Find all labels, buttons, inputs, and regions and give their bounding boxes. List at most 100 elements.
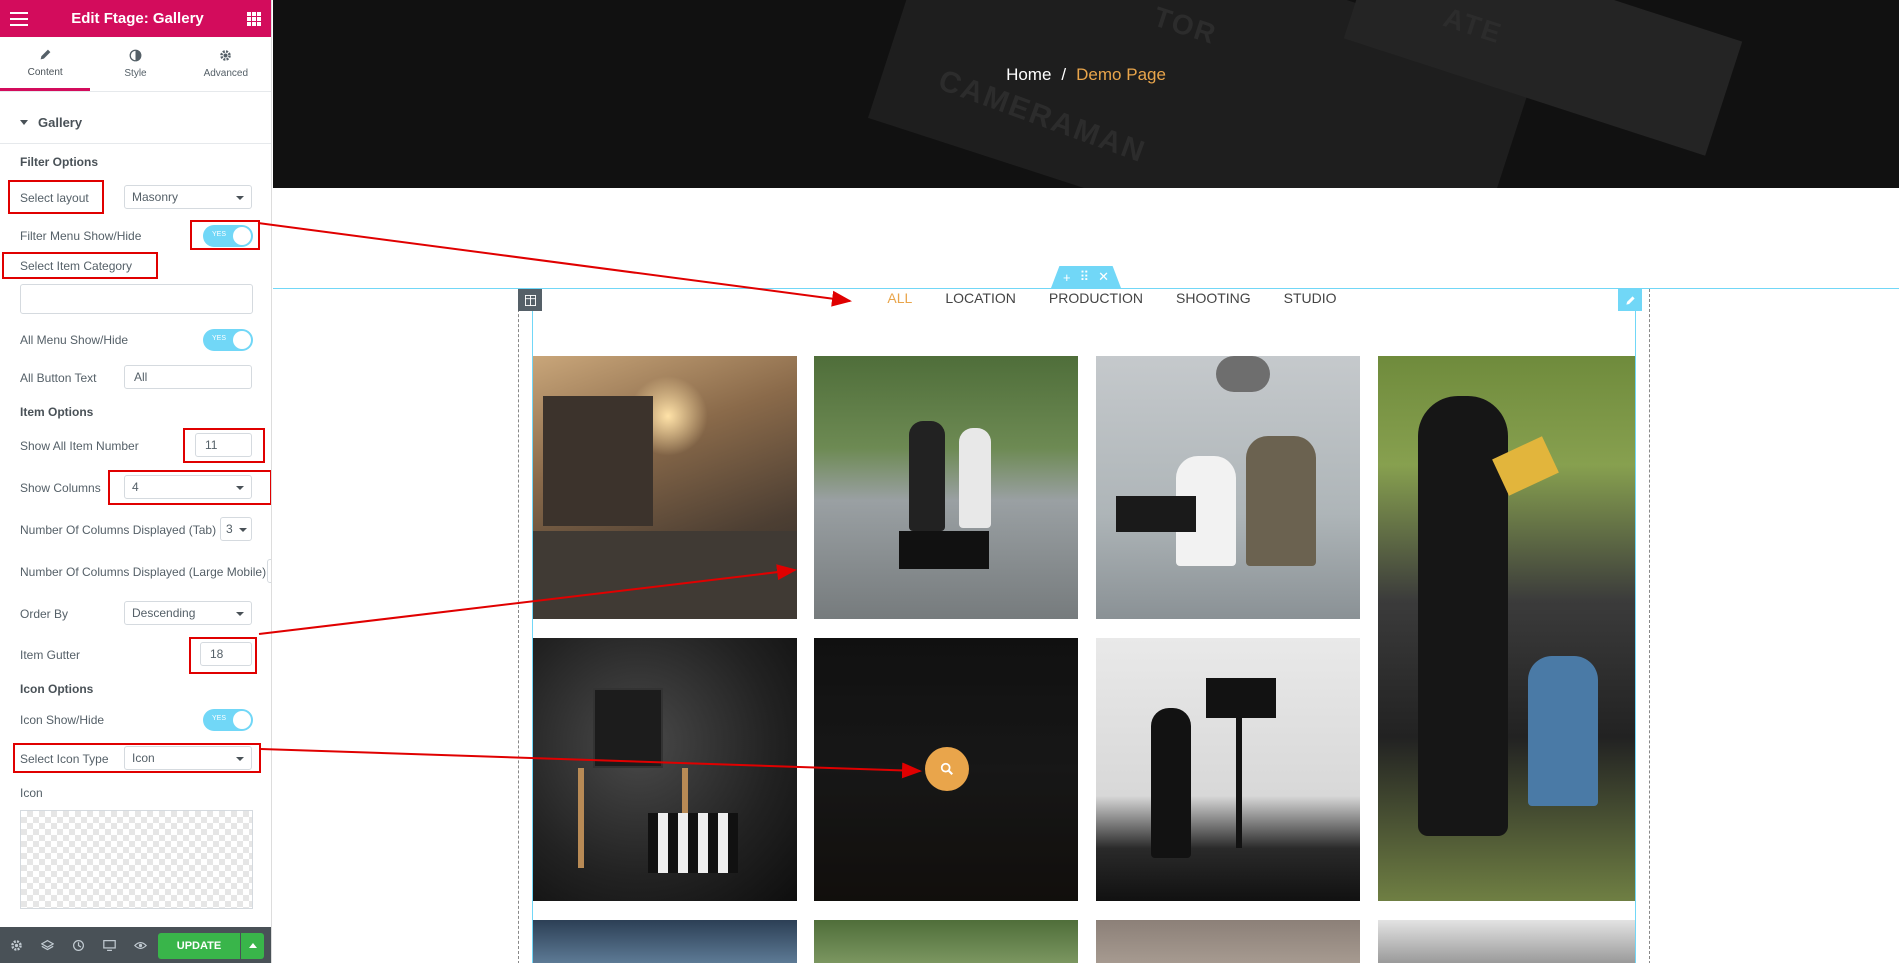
contrast-icon	[129, 49, 142, 62]
clapperboard	[648, 813, 738, 873]
filter-options-heading: Filter Options	[20, 155, 98, 169]
all-menu-label: All Menu Show/Hide	[20, 333, 129, 347]
tab-content[interactable]: Content	[0, 37, 91, 91]
icon-show-hide-label: Icon Show/Hide	[20, 713, 105, 727]
filter-all[interactable]: ALL	[887, 290, 912, 306]
add-section-icon[interactable]: +	[1063, 270, 1071, 285]
breadcrumb-current: Demo Page	[1076, 65, 1166, 84]
gallery-item[interactable]	[533, 920, 797, 963]
hero-banner: TOR CAMERAMAN ATE Home / Demo Page	[273, 0, 1899, 188]
camera-dolly	[899, 531, 989, 569]
columns-large-mobile-label: Number Of Columns Displayed (Large Mobil…	[20, 565, 267, 579]
drag-section-icon[interactable]: ⠿	[1080, 269, 1090, 285]
gallery-item[interactable]	[1378, 920, 1635, 963]
icon-show-hide-toggle[interactable]: YES	[203, 709, 253, 731]
layers-icon[interactable]	[39, 937, 56, 954]
gallery-section-toggle[interactable]: Gallery	[0, 102, 271, 144]
show-columns-label: Show Columns	[20, 481, 101, 495]
order-by-value: Descending	[132, 606, 196, 620]
crew-person	[1246, 436, 1316, 566]
operator-silhouette	[1151, 708, 1191, 858]
columns-large-mobile-dropdown[interactable]	[267, 559, 271, 583]
order-by-label: Order By	[20, 607, 69, 621]
rubble	[533, 531, 797, 619]
gallery-item-directors-chair[interactable]	[533, 638, 797, 901]
editor-panel: Edit Ftage: Gallery Content Style Advanc…	[0, 0, 272, 963]
update-button[interactable]: UPDATE	[158, 933, 240, 959]
select-layout-dropdown[interactable]: Masonry	[124, 185, 252, 209]
update-options-caret-icon[interactable]	[241, 933, 264, 959]
filter-menu-label: Filter Menu Show/Hide	[20, 229, 142, 243]
breadcrumb: Home / Demo Page	[273, 65, 1899, 85]
gallery-item-ruined-city[interactable]	[533, 356, 797, 619]
columns-tab-dropdown[interactable]: 3	[220, 517, 252, 541]
item-gutter-label: Item Gutter	[20, 648, 81, 662]
gallery-item-film-crew[interactable]	[814, 356, 1078, 619]
annotation-box	[189, 637, 257, 674]
tab-content-label: Content	[27, 66, 63, 78]
gallery-item-woman-with-script[interactable]	[1378, 356, 1635, 901]
annotation-box	[183, 428, 265, 463]
preview-eye-icon[interactable]	[132, 937, 149, 954]
item-options-heading: Item Options	[20, 405, 94, 419]
tripod-silhouette	[1236, 718, 1242, 848]
filter-production[interactable]: PRODUCTION	[1049, 290, 1143, 306]
show-all-item-number-label: Show All Item Number	[20, 439, 139, 453]
chevron-down-icon	[239, 528, 247, 532]
camera-silhouette	[1206, 678, 1276, 718]
icon-label: Icon	[20, 786, 43, 800]
panel-tabs: Content Style Advanced	[0, 37, 271, 92]
gear-icon	[220, 50, 232, 61]
history-icon[interactable]	[70, 937, 87, 954]
toggle-knob	[233, 331, 251, 349]
section-handle: + ⠿ ✕	[1051, 266, 1121, 288]
filter-location[interactable]: LOCATION	[945, 290, 1016, 306]
gallery-item[interactable]	[814, 920, 1078, 963]
gallery-filter-menu: ALL LOCATION PRODUCTION SHOOTING STUDIO	[273, 290, 1899, 306]
page-preview: TOR CAMERAMAN ATE Home / Demo Page + ⠿ ✕ A…	[273, 0, 1899, 963]
zoom-search-icon[interactable]	[925, 747, 969, 791]
annotation-box	[13, 743, 261, 773]
gallery-item-sound-crew[interactable]	[1096, 356, 1360, 619]
filter-shooting[interactable]: SHOOTING	[1176, 290, 1251, 306]
all-menu-toggle[interactable]: YES	[203, 329, 253, 351]
toggle-knob	[233, 711, 251, 729]
annotation-box	[8, 180, 104, 214]
camera	[1116, 496, 1196, 532]
all-button-text-input[interactable]: All	[124, 365, 252, 389]
widgets-grid-icon[interactable]	[246, 11, 261, 26]
tab-advanced[interactable]: Advanced	[181, 37, 271, 91]
responsive-icon[interactable]	[101, 937, 118, 954]
chair-back	[593, 688, 663, 768]
gallery-item[interactable]	[1096, 920, 1360, 963]
panel-header: Edit Ftage: Gallery	[0, 0, 271, 37]
toggle-label: YES	[212, 335, 227, 342]
order-by-dropdown[interactable]: Descending	[124, 601, 252, 625]
all-button-text-label: All Button Text	[20, 371, 97, 385]
tab-style[interactable]: Style	[90, 37, 180, 91]
boom-mic	[1216, 356, 1270, 392]
crew-person	[909, 421, 945, 531]
ruined-building	[543, 396, 653, 526]
crew-person	[959, 428, 991, 528]
delete-section-icon[interactable]: ✕	[1098, 269, 1109, 285]
icon-picker-preview[interactable]	[20, 810, 253, 909]
menu-icon[interactable]	[10, 11, 28, 26]
chevron-down-icon	[236, 196, 244, 200]
columns-tab-value: 3	[226, 522, 233, 536]
icon-options-heading: Icon Options	[20, 682, 94, 696]
chevron-down-icon	[236, 612, 244, 616]
breadcrumb-separator: /	[1061, 65, 1067, 84]
annotation-box	[190, 220, 260, 250]
settings-icon[interactable]	[8, 937, 25, 954]
annotation-box	[2, 252, 158, 279]
pencil-icon	[40, 49, 51, 59]
gallery-item-camera-silhouette[interactable]	[1096, 638, 1360, 901]
select-layout-value: Masonry	[132, 190, 179, 204]
tab-style-label: Style	[124, 68, 147, 79]
breadcrumb-home[interactable]: Home	[1006, 65, 1051, 84]
item-category-input[interactable]	[20, 284, 253, 314]
caret-down-icon	[20, 120, 28, 125]
background-person	[1528, 656, 1598, 806]
filter-studio[interactable]: STUDIO	[1284, 290, 1337, 306]
